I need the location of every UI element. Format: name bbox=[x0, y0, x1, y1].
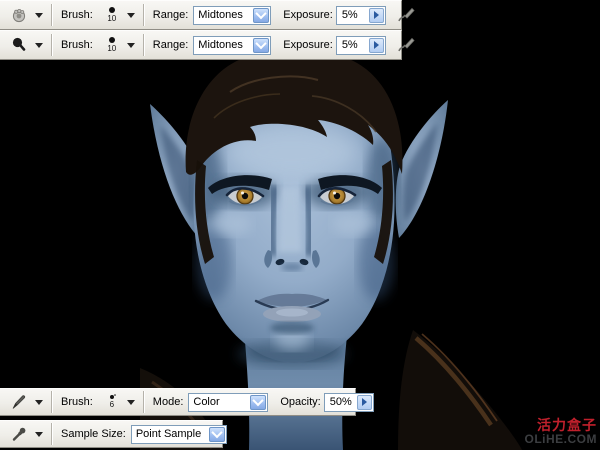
exposure-slider-button[interactable] bbox=[369, 38, 384, 53]
exposure-value: 5% bbox=[337, 7, 368, 24]
burn-tool-icon[interactable] bbox=[8, 5, 30, 25]
tool-preset-arrow[interactable] bbox=[35, 13, 43, 18]
arrow-right-icon bbox=[374, 41, 379, 49]
options-bar-brush: Brush: 6 Mode: Color Opacity: 50% bbox=[0, 388, 356, 416]
brush-size-value: 10 bbox=[107, 45, 116, 53]
airbrush-toggle-icon[interactable] bbox=[396, 35, 418, 55]
opacity-slider-button[interactable] bbox=[357, 395, 372, 410]
brush-label: Brush: bbox=[61, 396, 93, 408]
chevron-down-icon bbox=[256, 8, 267, 19]
toolbar-separator bbox=[143, 34, 145, 56]
mode-label: Mode: bbox=[153, 396, 184, 408]
tool-preset-arrow[interactable] bbox=[35, 43, 43, 48]
toolbar-separator bbox=[143, 4, 145, 26]
chevron-down-icon bbox=[211, 427, 222, 438]
tool-preset-arrow[interactable] bbox=[35, 400, 43, 405]
range-dropdown-button[interactable] bbox=[253, 38, 269, 53]
range-label: Range: bbox=[153, 9, 188, 21]
exposure-field[interactable]: 5% bbox=[336, 36, 386, 55]
range-select[interactable]: Midtones bbox=[193, 36, 271, 55]
photoshop-workspace: Brush: 10 Range: Midtones Exposure: 5% bbox=[0, 0, 600, 450]
brush-picker-arrow[interactable] bbox=[127, 13, 135, 18]
range-dropdown-button[interactable] bbox=[253, 8, 269, 23]
mode-dropdown-button[interactable] bbox=[250, 395, 266, 410]
watermark-site-text: OLiHE.COM bbox=[525, 433, 598, 447]
toolbar-separator bbox=[51, 391, 53, 413]
range-selected-value: Midtones bbox=[194, 37, 252, 54]
toolbar-separator bbox=[51, 34, 53, 56]
watermark: 活力盒子 OLiHE.COM bbox=[525, 417, 598, 447]
toolbar-separator bbox=[51, 4, 53, 26]
exposure-label: Exposure: bbox=[283, 39, 333, 51]
avatar-face-image bbox=[0, 0, 600, 450]
brush-size-value: 6 bbox=[110, 401, 114, 409]
toolbar-separator bbox=[51, 423, 53, 445]
range-label: Range: bbox=[153, 39, 188, 51]
sample-size-label: Sample Size: bbox=[61, 428, 126, 440]
sample-size-select[interactable]: Point Sample bbox=[131, 425, 227, 444]
brush-picker-arrow[interactable] bbox=[127, 400, 135, 405]
brush-picker-arrow[interactable] bbox=[127, 43, 135, 48]
brush-preset-picker[interactable]: 10 bbox=[102, 37, 122, 53]
opacity-field[interactable]: 50% bbox=[324, 393, 374, 412]
exposure-slider-button[interactable] bbox=[369, 8, 384, 23]
exposure-field[interactable]: 5% bbox=[336, 6, 386, 25]
brush-preset-picker[interactable]: 6 bbox=[102, 395, 122, 409]
range-selected-value: Midtones bbox=[194, 7, 252, 24]
airbrush-toggle-icon[interactable] bbox=[396, 5, 418, 25]
arrow-right-icon bbox=[362, 398, 367, 406]
document-canvas[interactable] bbox=[0, 0, 600, 450]
sample-size-dropdown-button[interactable] bbox=[209, 427, 225, 442]
range-select[interactable]: Midtones bbox=[193, 6, 271, 25]
brush-label: Brush: bbox=[61, 39, 93, 51]
sample-size-selected-value: Point Sample bbox=[132, 426, 208, 443]
brush-tip-preview bbox=[109, 7, 115, 13]
brush-preset-picker[interactable]: 10 bbox=[102, 7, 122, 23]
options-bar-burn: Brush: 10 Range: Midtones Exposure: 5% bbox=[0, 0, 402, 30]
opacity-label: Opacity: bbox=[280, 396, 320, 408]
mode-select[interactable]: Color bbox=[188, 393, 268, 412]
opacity-value: 50% bbox=[325, 394, 356, 411]
dodge-tool-icon[interactable] bbox=[8, 35, 30, 55]
watermark-brand-text: 活力盒子 bbox=[525, 417, 598, 433]
exposure-label: Exposure: bbox=[283, 9, 333, 21]
options-bar-eyedropper: Sample Size: Point Sample bbox=[0, 420, 223, 448]
brush-tool-icon[interactable] bbox=[8, 392, 30, 412]
tool-preset-arrow[interactable] bbox=[35, 432, 43, 437]
brush-label: Brush: bbox=[61, 9, 93, 21]
mode-selected-value: Color bbox=[189, 394, 249, 411]
brush-size-value: 10 bbox=[107, 15, 116, 23]
arrow-right-icon bbox=[374, 11, 379, 19]
toolbar-separator bbox=[143, 391, 145, 413]
brush-tip-preview bbox=[109, 37, 115, 43]
brush-tip-preview bbox=[110, 395, 114, 399]
chevron-down-icon bbox=[253, 395, 264, 406]
exposure-value: 5% bbox=[337, 37, 368, 54]
options-bar-dodge: Brush: 10 Range: Midtones Exposure: 5% bbox=[0, 30, 402, 60]
chevron-down-icon bbox=[256, 38, 267, 49]
eyedropper-tool-icon[interactable] bbox=[8, 424, 30, 444]
